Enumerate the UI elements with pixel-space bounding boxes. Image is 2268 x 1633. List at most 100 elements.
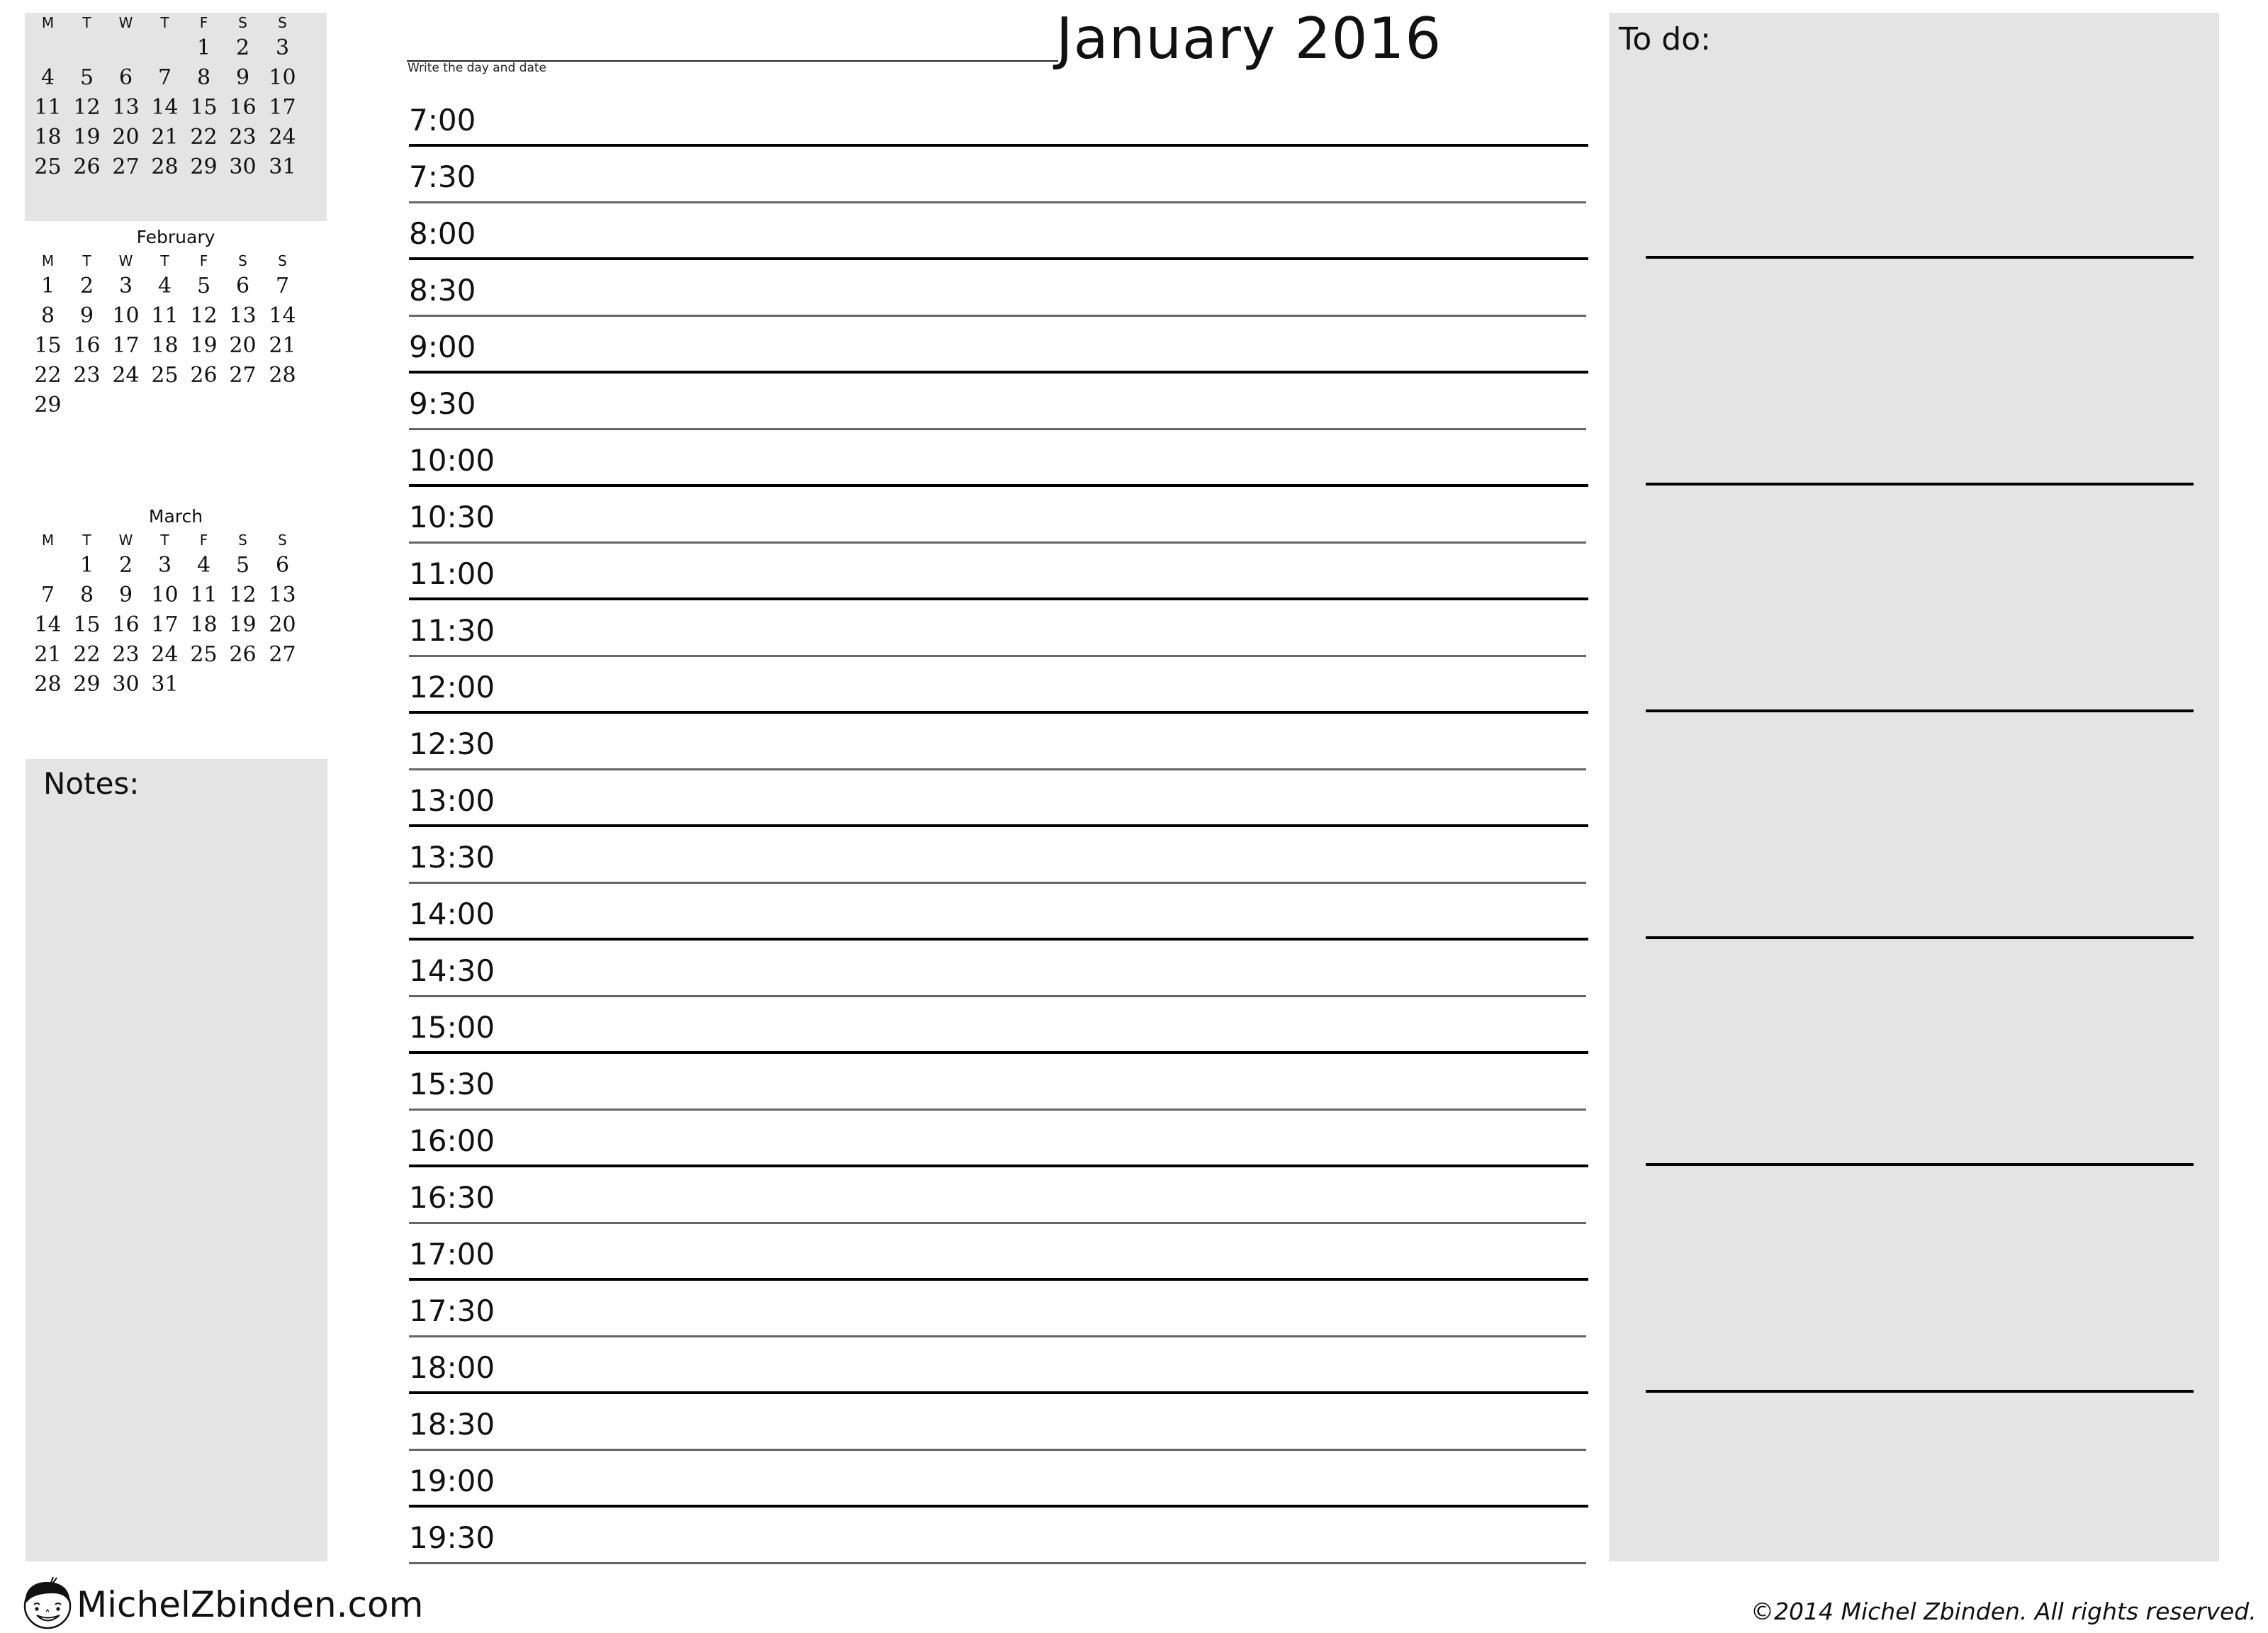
time-slot[interactable]: 13:00 [409,769,1588,827]
calendar-day[interactable]: 14 [28,612,67,637]
brand-link[interactable]: MichelZbinden.com [77,1584,423,1625]
calendar-day[interactable]: 3 [106,274,145,298]
calendar-day[interactable]: 23 [106,642,145,667]
time-slot[interactable]: 15:00 [409,996,1588,1054]
calendar-day[interactable]: 3 [263,35,302,60]
calendar-day[interactable]: 18 [28,125,67,150]
calendar-day[interactable]: 12 [67,95,106,120]
time-slot[interactable]: 14:00 [409,882,1588,941]
calendar-day[interactable]: 20 [106,125,145,150]
calendar-day[interactable]: 20 [223,333,262,358]
calendar-day[interactable]: 5 [184,274,223,298]
calendar-day[interactable]: 29 [184,155,223,179]
calendar-day[interactable]: 8 [28,303,67,328]
calendar-day[interactable]: 30 [106,672,145,697]
todo-entry-line[interactable] [1646,936,2194,939]
calendar-day[interactable]: 23 [223,125,262,150]
calendar-day[interactable]: 1 [67,553,106,578]
calendar-day[interactable]: 12 [184,303,223,328]
calendar-day[interactable]: 10 [106,303,145,328]
calendar-day[interactable]: 7 [28,583,67,607]
calendar-day[interactable]: 24 [106,363,145,388]
time-slot[interactable]: 10:30 [409,486,1588,544]
calendar-day[interactable]: 19 [184,333,223,358]
calendar-day[interactable]: 4 [184,553,223,578]
time-slot[interactable]: 19:00 [409,1449,1588,1508]
calendar-day[interactable]: 8 [67,583,106,607]
calendar-day[interactable]: 19 [67,125,106,150]
todo-panel[interactable]: To do: [1609,13,2219,1561]
calendar-day[interactable]: 17 [263,95,302,120]
calendar-day[interactable]: 1 [28,274,67,298]
time-slot[interactable]: 12:30 [409,712,1588,770]
calendar-day[interactable]: 15 [67,612,106,637]
time-slot[interactable]: 9:00 [409,315,1588,374]
calendar-day[interactable]: 29 [28,393,67,417]
calendar-day[interactable]: 22 [184,125,223,150]
calendar-day[interactable]: 7 [263,274,302,298]
calendar-day[interactable]: 25 [28,155,67,179]
calendar-day[interactable]: 13 [263,583,302,607]
time-slot[interactable]: 17:00 [409,1223,1588,1281]
calendar-day[interactable]: 11 [28,95,67,120]
calendar-day[interactable]: 26 [223,642,262,667]
calendar-day[interactable]: 17 [145,612,184,637]
calendar-day[interactable]: 4 [145,274,184,298]
time-slot[interactable]: 12:00 [409,656,1588,714]
calendar-day[interactable]: 27 [223,363,262,388]
calendar-day[interactable]: 9 [223,65,262,90]
calendar-day[interactable]: 26 [184,363,223,388]
calendar-day[interactable]: 22 [28,363,67,388]
calendar-day[interactable]: 14 [263,303,302,328]
time-slot[interactable]: 11:00 [409,542,1588,600]
calendar-day[interactable]: 11 [145,303,184,328]
calendar-day[interactable]: 26 [67,155,106,179]
calendar-day[interactable]: 13 [106,95,145,120]
calendar-day[interactable]: 6 [223,274,262,298]
calendar-day[interactable]: 10 [263,65,302,90]
calendar-day[interactable]: 16 [223,95,262,120]
calendar-day[interactable]: 16 [67,333,106,358]
notes-panel[interactable]: Notes: [26,759,327,1561]
calendar-day[interactable]: 18 [184,612,223,637]
calendar-day[interactable]: 21 [145,125,184,150]
calendar-day[interactable]: 24 [145,642,184,667]
calendar-day[interactable]: 16 [106,612,145,637]
calendar-day[interactable]: 12 [223,583,262,607]
calendar-day[interactable]: 3 [145,553,184,578]
time-slot[interactable]: 14:30 [409,939,1588,997]
time-slot[interactable]: 7:00 [409,89,1588,147]
time-slot[interactable]: 18:00 [409,1336,1588,1394]
calendar-day[interactable]: 7 [145,65,184,90]
calendar-day[interactable]: 21 [28,642,67,667]
time-slot[interactable]: 11:30 [409,599,1588,657]
calendar-day[interactable]: 31 [263,155,302,179]
calendar-day[interactable]: 5 [67,65,106,90]
todo-entry-line[interactable] [1646,483,2194,486]
todo-entry-line[interactable] [1646,1390,2194,1393]
time-slot[interactable]: 9:30 [409,372,1588,430]
calendar-day[interactable]: 28 [145,155,184,179]
calendar-day[interactable]: 25 [184,642,223,667]
todo-entry-line[interactable] [1646,1163,2194,1166]
time-slot[interactable]: 19:30 [409,1506,1588,1564]
todo-entry-line[interactable] [1646,256,2194,259]
calendar-day[interactable]: 21 [263,333,302,358]
todo-entry-line[interactable] [1646,709,2194,712]
time-slot[interactable]: 8:30 [409,259,1588,317]
time-slot[interactable]: 16:30 [409,1166,1588,1224]
time-slot[interactable]: 16:00 [409,1109,1588,1167]
calendar-day[interactable]: 19 [223,612,262,637]
calendar-day[interactable]: 2 [106,553,145,578]
calendar-day[interactable]: 27 [263,642,302,667]
calendar-day[interactable]: 24 [263,125,302,150]
calendar-day[interactable]: 8 [184,65,223,90]
calendar-day[interactable]: 23 [67,363,106,388]
time-slot[interactable]: 7:30 [409,145,1588,203]
calendar-day[interactable]: 1 [184,35,223,60]
time-slot[interactable]: 13:30 [409,826,1588,884]
calendar-day[interactable]: 10 [145,583,184,607]
calendar-day[interactable]: 31 [145,672,184,697]
calendar-day[interactable]: 28 [263,363,302,388]
calendar-day[interactable]: 9 [67,303,106,328]
